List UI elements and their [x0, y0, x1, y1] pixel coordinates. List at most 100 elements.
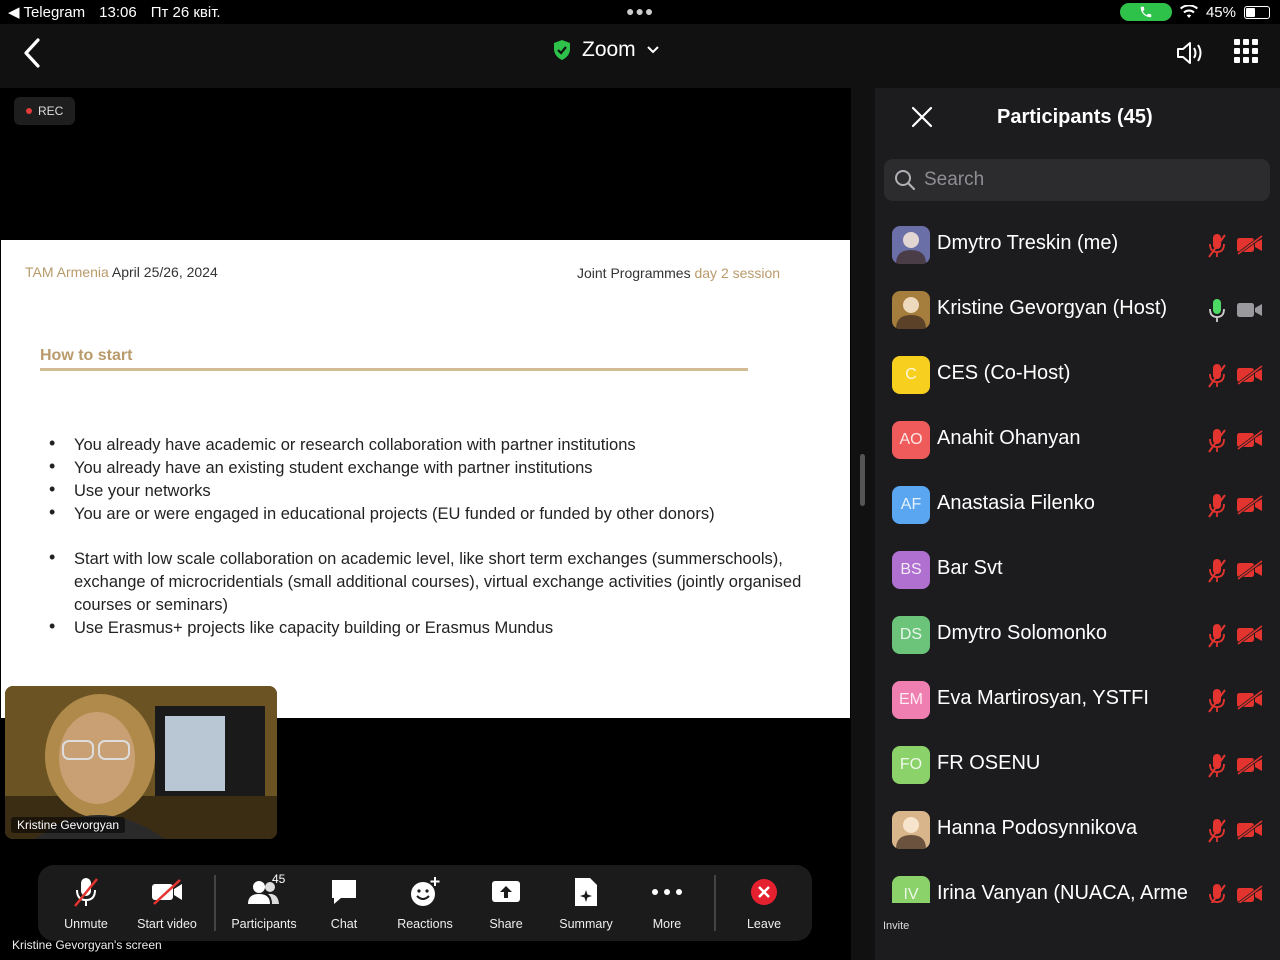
- active-call-pill[interactable]: [1119, 3, 1172, 21]
- participant-row[interactable]: AF Anastasia Filenko: [875, 473, 1280, 538]
- grid-dot: [1234, 57, 1240, 63]
- video-off-icon: [1236, 754, 1264, 776]
- avatar: [892, 811, 930, 849]
- mic-muted-icon: [1207, 558, 1227, 584]
- speaker-video-thumbnail[interactable]: Kristine Gevorgyan: [5, 686, 277, 839]
- grid-dot: [1252, 57, 1258, 63]
- slide-session: day 2 session: [694, 265, 781, 281]
- close-panel-button[interactable]: [909, 104, 935, 130]
- zoom-window: ◀ Telegram 13:06 Пт 26 квіт. ●●● 45% Zoo…: [0, 0, 1280, 960]
- slide-date: April 25/26, 2024: [111, 264, 218, 280]
- participant-row[interactable]: Kristine Gevorgyan (Host): [875, 278, 1280, 343]
- video-off-icon: [1236, 624, 1264, 646]
- slide-bullet: Start with low scale collaboration on ac…: [49, 546, 809, 617]
- participant-row[interactable]: IV Irina Vanyan (NUACA, Arme: [875, 863, 1280, 903]
- apps-grid-button[interactable]: [1234, 39, 1258, 63]
- grid-dot: [1243, 57, 1249, 63]
- shield-check-icon: [554, 40, 570, 60]
- participant-row[interactable]: Dmytro Treskin (me): [875, 213, 1280, 278]
- grid-dot: [1252, 39, 1258, 45]
- participant-row[interactable]: Hanna Podosynnikova: [875, 798, 1280, 863]
- leave-label: Leave: [746, 917, 782, 931]
- leave-icon: [724, 875, 804, 909]
- participant-row[interactable]: EM Eva Martirosyan, YSTFI: [875, 668, 1280, 733]
- slide-heading: How to start: [40, 347, 133, 364]
- start-video-button[interactable]: Start video: [127, 875, 207, 931]
- participant-name: Kristine Gevorgyan (Host): [937, 297, 1168, 319]
- participant-name: Dmytro Solomonko: [937, 622, 1108, 644]
- mic-on-icon: [1207, 298, 1227, 324]
- invite-button[interactable]: Invite: [883, 920, 909, 932]
- meeting-controls-toolbar: Unmute Start video 45 Participants Chat: [38, 865, 812, 941]
- video-off-icon: [1236, 234, 1264, 256]
- summary-label: Summary: [559, 917, 613, 931]
- recording-label: REC: [38, 104, 64, 118]
- summary-icon: [546, 875, 626, 909]
- multitasking-dots-icon[interactable]: ●●●: [626, 3, 654, 19]
- slide-header-left: TAM Armenia April 25/26, 2024: [25, 264, 218, 280]
- reactions-button[interactable]: Reactions: [385, 875, 465, 931]
- meeting-title: Zoom: [582, 38, 636, 61]
- mic-muted-icon: [1207, 818, 1227, 844]
- video-off-icon: [1236, 429, 1264, 451]
- video-off-icon: [127, 875, 207, 909]
- battery-level: [1246, 7, 1256, 17]
- avatar-photo: [896, 232, 926, 264]
- avatar-photo: [896, 817, 926, 849]
- mic-muted-icon: [1207, 363, 1227, 389]
- meeting-title-dropdown[interactable]: Zoom: [552, 38, 660, 62]
- back-to-app-link[interactable]: ◀ Telegram: [8, 3, 85, 21]
- slide-bullet: You already have an existing student exc…: [49, 455, 809, 480]
- participants-count-badge: 45: [272, 872, 286, 886]
- avatar: EM: [892, 681, 930, 719]
- mic-muted-icon: [1207, 493, 1227, 519]
- unmute-button[interactable]: Unmute: [46, 875, 126, 931]
- participants-button[interactable]: 45 Participants: [224, 872, 304, 931]
- leave-button[interactable]: Leave: [724, 875, 804, 931]
- share-button[interactable]: Share: [466, 875, 546, 931]
- participant-name: FR OSENU: [937, 752, 1041, 774]
- grid-dot: [1243, 48, 1249, 54]
- participant-row[interactable]: AO Anahit Ohanyan: [875, 408, 1280, 473]
- wifi-icon: [1179, 5, 1198, 18]
- more-label: More: [652, 917, 682, 931]
- avatar: [892, 291, 930, 329]
- participant-name: Irina Vanyan (NUACA, Arme: [937, 882, 1188, 903]
- back-button[interactable]: [18, 36, 46, 70]
- chat-label: Chat: [330, 917, 358, 931]
- mic-muted-icon: [1207, 753, 1227, 779]
- participant-name: Anastasia Filenko: [937, 492, 1095, 514]
- battery-percent: 45%: [1205, 3, 1236, 21]
- more-button[interactable]: More: [627, 875, 707, 931]
- chat-button[interactable]: Chat: [304, 875, 384, 931]
- slide-divider: [40, 368, 748, 371]
- grid-dot: [1234, 39, 1240, 45]
- speaker-name-label: Kristine Gevorgyan: [11, 817, 126, 833]
- participant-name: Dmytro Treskin (me): [937, 232, 1119, 254]
- video-off-icon: [1236, 364, 1264, 386]
- participant-row[interactable]: FO FR OSENU: [875, 733, 1280, 798]
- participants-panel: Participants (45) Dmytro Treskin (me) Kri…: [875, 88, 1280, 960]
- split-view-handle[interactable]: [860, 454, 865, 506]
- slide-header-right: Joint Programmes day 2 session: [577, 265, 780, 281]
- participant-name: Anahit Ohanyan: [937, 427, 1081, 449]
- start-video-label: Start video: [137, 917, 197, 931]
- summary-button[interactable]: Summary: [546, 875, 626, 931]
- status-time: 13:06: [99, 3, 137, 21]
- share-screen-icon: [466, 875, 546, 909]
- share-label: Share: [489, 917, 523, 931]
- speaker-icon: [1177, 42, 1202, 64]
- meeting-top-bar: Zoom: [0, 24, 1280, 88]
- participant-row[interactable]: C CES (Co-Host): [875, 343, 1280, 408]
- phone-icon: [1140, 6, 1152, 18]
- shared-screen-owner-label: Kristine Gevorgyan's screen: [12, 938, 162, 952]
- slide-bullet: Use your networks: [49, 478, 809, 503]
- status-date: Пт 26 квіт.: [150, 3, 221, 21]
- search-input[interactable]: [924, 169, 1244, 191]
- speaker-button[interactable]: [1174, 38, 1206, 68]
- participant-row[interactable]: BS Bar Svt: [875, 538, 1280, 603]
- reactions-icon: [385, 875, 465, 909]
- participant-search[interactable]: [884, 159, 1270, 201]
- status-bar: ◀ Telegram 13:06 Пт 26 квіт. ●●● 45%: [0, 0, 1280, 24]
- participant-row[interactable]: DS Dmytro Solomonko: [875, 603, 1280, 668]
